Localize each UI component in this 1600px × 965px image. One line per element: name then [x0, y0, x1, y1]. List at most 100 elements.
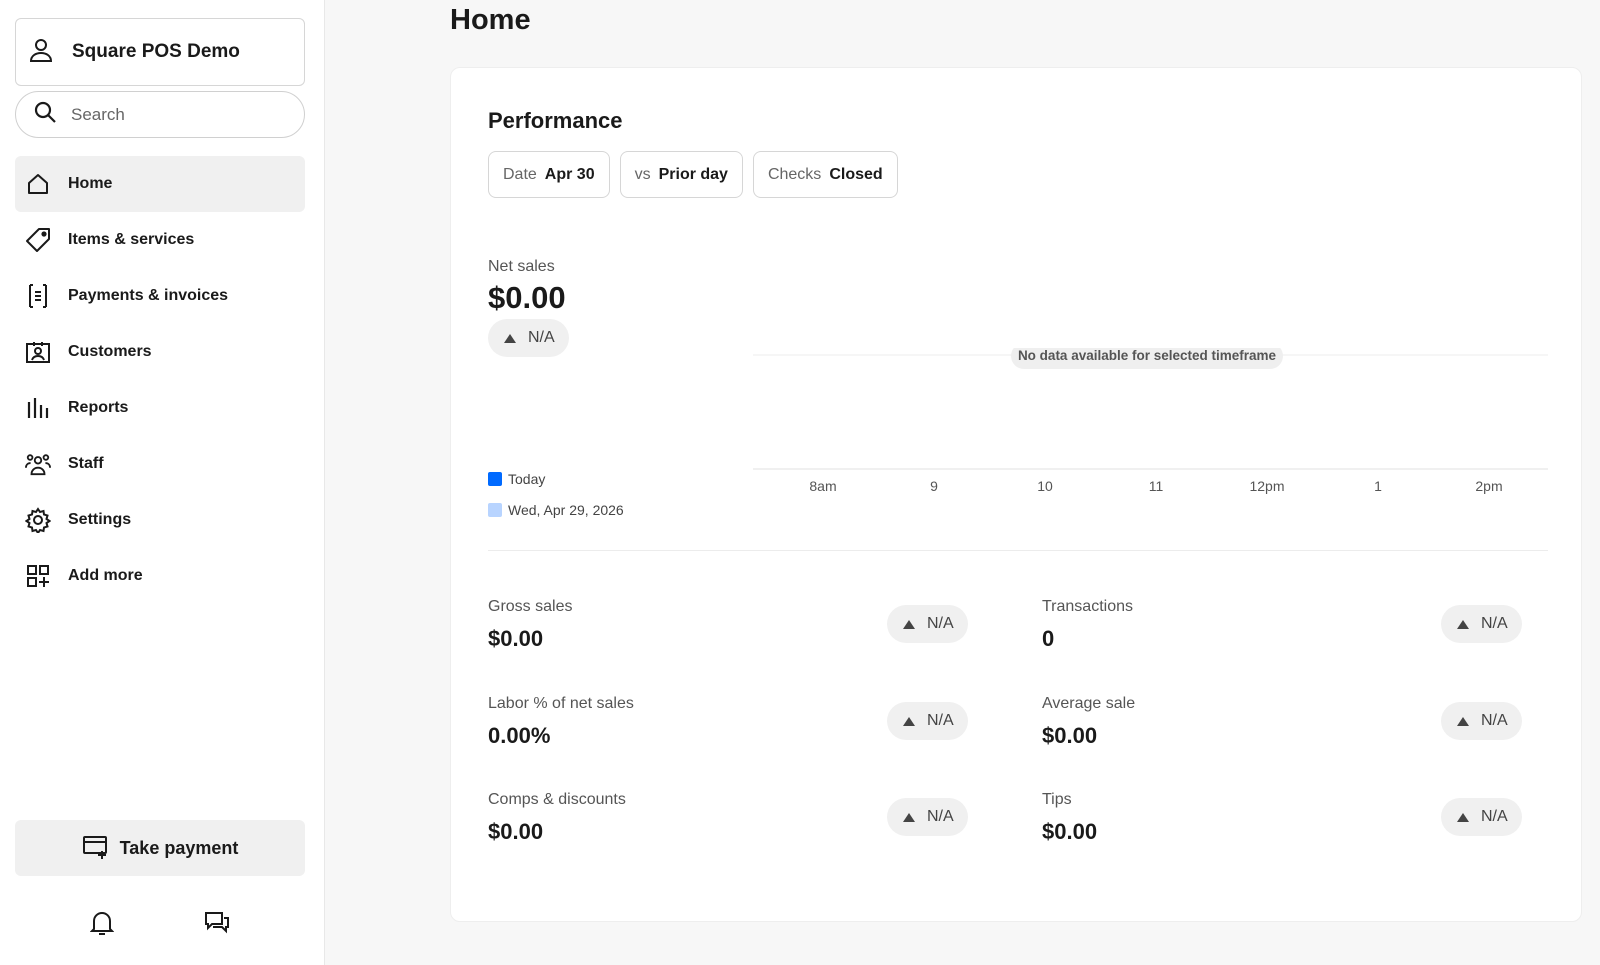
metric-change-badge-transactions: N/A: [1441, 605, 1522, 643]
divider: [488, 550, 1548, 551]
metric-label-gross-sales: Gross sales: [488, 598, 573, 615]
sidebar-item-label: Settings: [68, 511, 132, 528]
sidebar-item-reports[interactable]: Reports: [15, 380, 305, 436]
metric-change-badge-average-sale: N/A: [1441, 702, 1522, 740]
account-switcher[interactable]: Square POS Demo: [15, 18, 305, 86]
search-input[interactable]: [71, 104, 271, 125]
receipt-icon: [25, 283, 51, 309]
up-triangle-icon: [504, 333, 516, 343]
x-tick-label: 12pm: [1249, 478, 1284, 494]
up-triangle-icon: [903, 716, 915, 726]
sidebar-item-label: Items & services: [68, 231, 195, 248]
sidebar-item-items-services[interactable]: Items & services: [15, 212, 305, 268]
add-apps-icon: [25, 563, 51, 589]
metric-label-tips: Tips: [1042, 791, 1072, 808]
filter-key: vs: [634, 165, 651, 183]
metric-value-labor-of-net-sales: 0.00%: [488, 723, 551, 748]
metric-value-tips: $0.00: [1042, 819, 1098, 844]
sidebar-item-settings[interactable]: Settings: [15, 492, 305, 548]
take-payment-button[interactable]: Take payment: [15, 820, 305, 876]
x-tick-label: 8am: [809, 478, 836, 494]
sidebar-item-label: Staff: [68, 455, 104, 472]
legend-label: Today: [508, 470, 546, 487]
search-icon: [33, 100, 57, 129]
metric-label-average-sale: Average sale: [1042, 695, 1136, 712]
filter-value: Prior day: [658, 165, 728, 183]
filter-bar: Date Apr 30 vs Prior day Checks Closed: [488, 151, 898, 198]
metric-value-average-sale: $0.00: [1042, 723, 1098, 748]
sidebar-item-label: Home: [68, 175, 113, 192]
sidebar-item-label: Payments & invoices: [68, 287, 229, 304]
sidebar-item-home[interactable]: Home: [15, 156, 305, 212]
x-tick-label: 11: [1149, 478, 1164, 494]
legend-label: Wed, Apr 29, 2026: [508, 501, 624, 518]
metric-change-badge-comps-discounts: N/A: [887, 798, 968, 836]
search-box[interactable]: [15, 91, 305, 138]
chart-legend: Today Wed, Apr 29, 2026: [488, 463, 624, 525]
sidebar-nav: Home Items & services Payments & invoice…: [15, 156, 305, 604]
filter-value: Closed: [829, 165, 883, 183]
card-plus-icon: [82, 834, 110, 863]
sidebar-item-customers[interactable]: Customers: [15, 324, 305, 380]
performance-card: Performance Date Apr 30 vs Prior day Che…: [450, 67, 1582, 922]
metric-change-badge-labor-of-net-sales: N/A: [887, 702, 968, 740]
performance-title: Performance: [488, 108, 623, 133]
tag-icon: [25, 227, 51, 253]
bell-icon[interactable]: [87, 908, 117, 938]
sidebar: Square POS Demo Home Items & services: [0, 0, 325, 965]
comparison-filter[interactable]: vs Prior day: [619, 151, 743, 198]
x-tick-label: 10: [1037, 478, 1053, 494]
net-sales-value: $0.00: [488, 280, 566, 315]
filter-value: Apr 30: [544, 165, 595, 183]
date-filter[interactable]: Date Apr 30: [488, 151, 610, 198]
change-text: N/A: [1481, 712, 1508, 729]
sidebar-item-add-more[interactable]: Add more: [15, 548, 305, 604]
up-triangle-icon: [903, 619, 915, 629]
metric-value-gross-sales: $0.00: [488, 626, 544, 651]
checks-filter[interactable]: Checks Closed: [752, 151, 898, 198]
messages-icon[interactable]: [202, 908, 232, 938]
up-triangle-icon: [1457, 716, 1469, 726]
account-name: Square POS Demo: [72, 41, 240, 62]
metric-label-transactions: Transactions: [1042, 598, 1133, 615]
take-payment-label: Take payment: [119, 837, 239, 858]
net-sales-chart: No data available for selected timeframe…: [753, 348, 1548, 494]
metric-value-transactions: 0: [1042, 626, 1055, 651]
change-text: N/A: [1481, 615, 1508, 632]
metric-change-badge-tips: N/A: [1441, 798, 1522, 836]
change-text: N/A: [1481, 808, 1508, 825]
metric-label-labor-of-net-sales: Labor % of net sales: [488, 695, 634, 712]
sidebar-item-label: Reports: [68, 399, 129, 416]
metric-change-badge-gross-sales: N/A: [887, 605, 968, 643]
change-text: N/A: [927, 615, 954, 632]
home-icon: [25, 171, 51, 197]
sidebar-item-label: Add more: [68, 567, 143, 584]
x-tick-label: 9: [930, 478, 938, 494]
metric-value-comps-discounts: $0.00: [488, 819, 544, 844]
filter-key: Checks: [767, 165, 822, 183]
metric-label-comps-discounts: Comps & discounts: [488, 791, 626, 808]
bar-chart-icon: [25, 395, 51, 421]
no-data-message: No data available for selected timeframe: [1018, 348, 1277, 363]
legend-swatch: [488, 502, 502, 517]
up-triangle-icon: [903, 812, 915, 822]
x-tick-label: 1: [1374, 478, 1382, 494]
team-icon: [25, 451, 51, 477]
person-icon: [28, 37, 54, 68]
sidebar-item-staff[interactable]: Staff: [15, 436, 305, 492]
contact-card-icon: [25, 339, 51, 365]
sidebar-item-payments-invoices[interactable]: Payments & invoices: [15, 268, 305, 324]
up-triangle-icon: [1457, 812, 1469, 822]
legend-swatch: [488, 471, 502, 486]
net-sales-change-badge: N/A: [488, 319, 569, 357]
filter-key: Date: [503, 165, 537, 183]
change-text: N/A: [528, 329, 555, 346]
legend-item-prior-day: Wed, Apr 29, 2026: [488, 494, 624, 525]
legend-item-today: Today: [488, 463, 624, 494]
sidebar-item-label: Customers: [68, 343, 152, 360]
gear-icon: [25, 507, 51, 533]
up-triangle-icon: [1457, 619, 1469, 629]
page-title: Home: [450, 4, 531, 36]
change-text: N/A: [927, 712, 954, 729]
net-sales-label: Net sales: [488, 258, 555, 275]
